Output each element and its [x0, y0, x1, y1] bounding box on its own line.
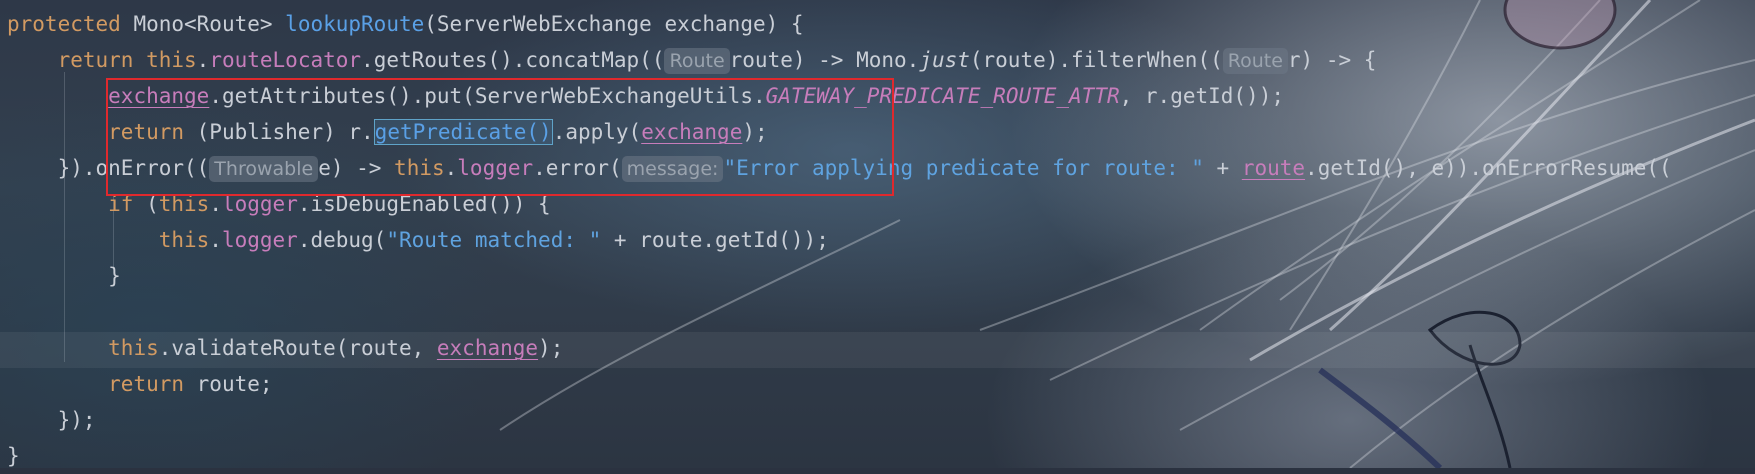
- code-token: route) -> Mono.: [729, 48, 920, 72]
- code-token: );: [538, 336, 564, 360]
- code-token: .getId(), e)).onErrorResume((: [1305, 156, 1672, 180]
- code-line[interactable]: return this.routeLocator.getRoutes().con…: [7, 42, 1376, 78]
- code-token: .debug(: [297, 228, 387, 252]
- code-token: this: [146, 48, 197, 72]
- code-token: "Route matched: ": [386, 228, 602, 252]
- code-token: (route).filterWhen((: [969, 48, 1223, 72]
- code-token: just: [919, 48, 970, 72]
- code-token: routeLocator: [209, 48, 362, 72]
- code-line[interactable]: }: [7, 438, 20, 474]
- code-line[interactable]: this.validateRoute(route, exchange);: [7, 330, 563, 366]
- code-line[interactable]: });: [7, 402, 96, 438]
- inlay-parameter-hint: Route: [664, 48, 730, 74]
- code-token: .getRoutes().concatMap((: [361, 48, 665, 72]
- code-token: this: [158, 228, 210, 252]
- code-token: protected: [7, 12, 121, 36]
- code-token: lookupRoute: [285, 12, 425, 36]
- code-token: .validateRoute(route,: [158, 336, 437, 360]
- code-token: .: [209, 228, 222, 252]
- annotation-highlight-box: [106, 78, 894, 196]
- code-line[interactable]: return route;: [7, 366, 273, 402]
- code-token: }: [7, 444, 20, 468]
- code-token: +: [1203, 156, 1242, 180]
- code-token: });: [7, 408, 96, 432]
- code-token: exchange: [436, 336, 539, 360]
- code-line[interactable]: protected Mono<Route> lookupRoute(Server…: [7, 6, 804, 42]
- code-token: }: [7, 264, 121, 288]
- code-token: logger: [221, 228, 298, 252]
- code-line[interactable]: this.logger.debug("Route matched: " + ro…: [7, 222, 829, 258]
- code-token: , r.getId());: [1119, 84, 1284, 108]
- code-line[interactable]: }: [7, 258, 121, 294]
- inlay-parameter-hint: Route: [1222, 48, 1288, 74]
- code-token: .: [196, 48, 210, 72]
- code-token: route: [1241, 156, 1306, 180]
- code-token: route;: [184, 372, 273, 396]
- code-token: (ServerWebExchange exchange) {: [424, 12, 804, 36]
- code-token: r) -> {: [1287, 48, 1377, 72]
- code-token: Mono<Route>: [120, 12, 286, 36]
- code-token: + route.getId());: [601, 228, 829, 252]
- code-token: return: [57, 48, 134, 72]
- code-token: return: [108, 372, 185, 396]
- code-token: this: [108, 336, 159, 360]
